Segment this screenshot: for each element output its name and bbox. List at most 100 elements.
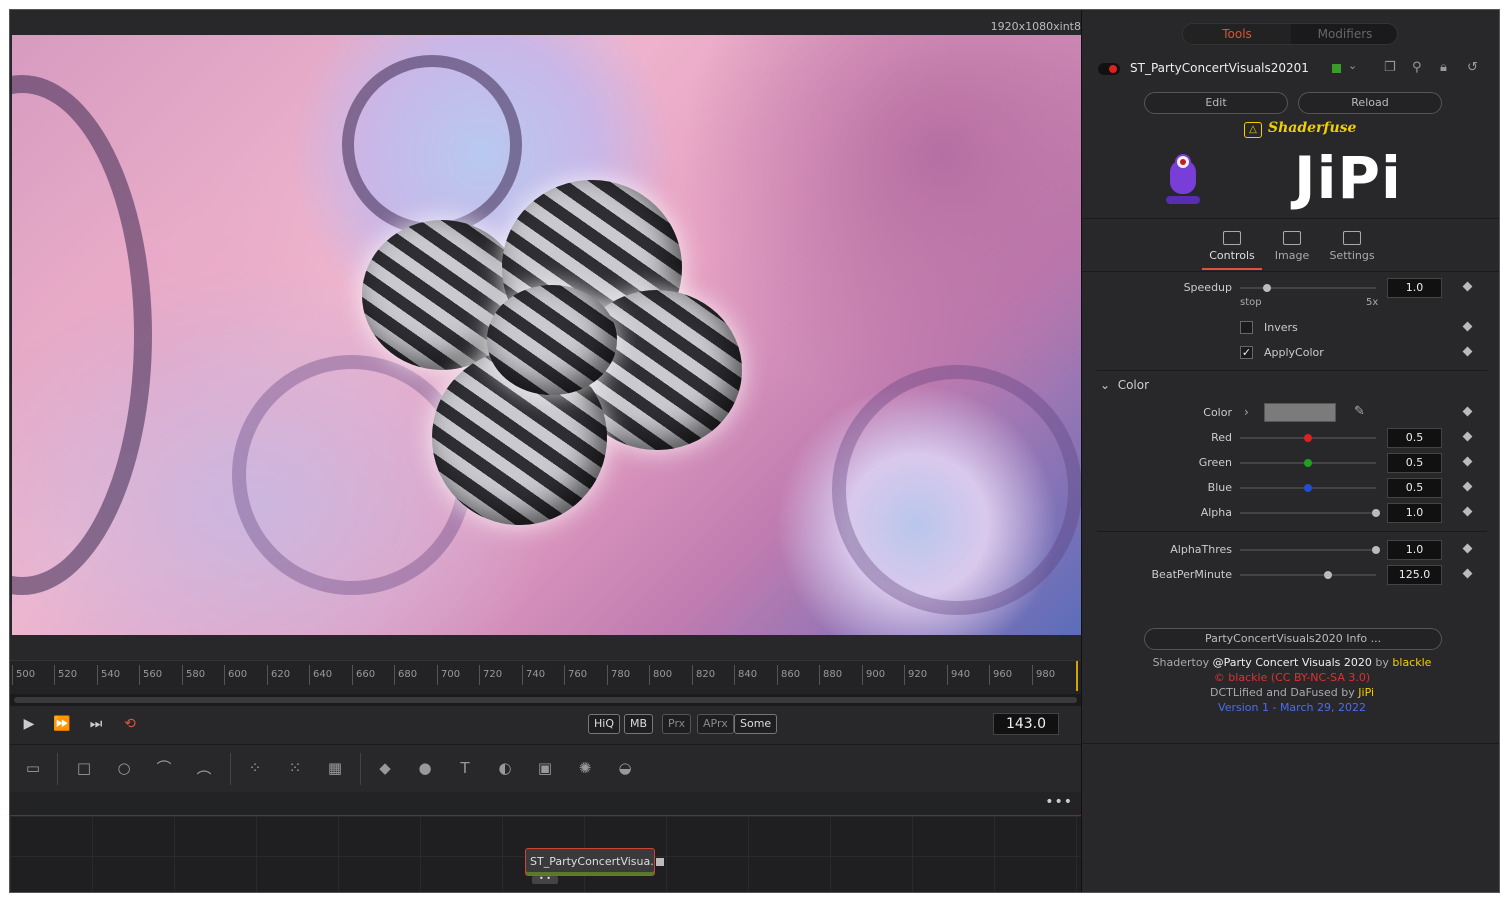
enable-dot-icon	[1109, 65, 1117, 73]
prx-button[interactable]: Prx	[662, 714, 692, 734]
renderer-3d-icon[interactable]: ◒	[613, 757, 637, 779]
particle-render-icon[interactable]: ⁙	[283, 757, 307, 779]
blue-row: Blue 0.5	[1082, 477, 1499, 499]
color-tag-icon[interactable]	[1332, 64, 1341, 73]
speedup-slider[interactable]	[1240, 284, 1376, 292]
fast-forward-icon[interactable]: ⏩	[51, 714, 73, 734]
hiq-button[interactable]: HiQ	[588, 714, 620, 734]
lock-icon[interactable]: 🔒︎	[1440, 60, 1447, 75]
chevron-down-icon[interactable]: ⌄	[1348, 59, 1357, 72]
particle-emitter-icon[interactable]: ⁘	[243, 757, 267, 779]
tick-label: 900	[862, 665, 885, 685]
keyframe-icon[interactable]	[1462, 431, 1473, 442]
particle-style-icon[interactable]: ▦	[323, 757, 347, 779]
credits-link[interactable]: @Party Concert Visuals 2020	[1213, 656, 1372, 669]
tab-image[interactable]: Image	[1262, 225, 1322, 262]
shader-node[interactable]: ST_PartyConcertVisua...	[525, 848, 655, 876]
aprx-button[interactable]: APrx	[697, 714, 734, 734]
applycolor-checkbox[interactable]: ✓	[1240, 346, 1253, 359]
camera-3d-icon[interactable]: ▣	[533, 757, 557, 779]
node-editor-header: •••	[10, 792, 1081, 816]
color-section-header[interactable]: ⌄ Color	[1100, 378, 1149, 392]
mb-button[interactable]: MB	[624, 714, 654, 734]
tool-name[interactable]: ST_PartyConcertVisuals20201	[1130, 61, 1309, 75]
invers-checkbox[interactable]	[1240, 321, 1253, 334]
keyframe-icon[interactable]	[1462, 506, 1473, 517]
pin-icon[interactable]: ⚲	[1412, 60, 1422, 75]
background-tool-icon[interactable]: ▭	[21, 757, 45, 779]
eyedropper-icon[interactable]: ✎	[1354, 404, 1365, 419]
enable-toggle[interactable]	[1098, 63, 1120, 75]
play-icon[interactable]: ▶	[18, 714, 40, 734]
slider-knob[interactable]	[1304, 484, 1312, 492]
tick-label: 520	[54, 665, 77, 685]
alphathres-value[interactable]: 1.0	[1387, 540, 1442, 560]
alpha-slider[interactable]	[1240, 509, 1380, 517]
light-3d-icon[interactable]: ✺	[573, 757, 597, 779]
slider-knob[interactable]	[1372, 509, 1380, 517]
tab-controls-label: Controls	[1209, 249, 1255, 262]
skip-end-icon[interactable]: ⏭	[85, 714, 107, 734]
reset-icon[interactable]: ↺	[1467, 60, 1478, 75]
edit-button[interactable]: Edit	[1144, 92, 1288, 114]
current-time-field[interactable]: 143.0	[993, 713, 1059, 735]
red-value[interactable]: 0.5	[1387, 428, 1442, 448]
tab-tools[interactable]: Tools	[1183, 24, 1291, 44]
keyframe-icon[interactable]	[1462, 281, 1473, 292]
bpm-value[interactable]: 125.0	[1387, 565, 1442, 585]
tab-settings[interactable]: Settings	[1322, 225, 1382, 262]
tab-modifiers[interactable]: Modifiers	[1291, 24, 1397, 44]
alphathres-slider[interactable]	[1240, 546, 1380, 554]
shape-3d-icon[interactable]: ●	[413, 757, 437, 779]
tick-label: 740	[522, 665, 545, 685]
author-link[interactable]: blackle	[1392, 656, 1431, 669]
bpm-slider[interactable]	[1240, 571, 1376, 579]
info-button[interactable]: PartyConcertVisuals2020 Info ...	[1144, 628, 1442, 650]
rectangle-mask-icon[interactable]: □	[72, 757, 96, 779]
tick-label: 820	[692, 665, 715, 685]
node-input-port[interactable]: • •	[532, 875, 558, 884]
red-slider[interactable]	[1240, 434, 1376, 442]
tick-label: 660	[352, 665, 375, 685]
text-3d-icon[interactable]: T	[453, 757, 477, 779]
loop-icon[interactable]: ⟲	[119, 714, 141, 734]
green-slider[interactable]	[1240, 459, 1376, 467]
alpha-value[interactable]: 1.0	[1387, 503, 1442, 523]
green-value[interactable]: 0.5	[1387, 453, 1442, 473]
keyframe-icon[interactable]	[1462, 406, 1473, 417]
keyframe-icon[interactable]	[1462, 456, 1473, 467]
keyframe-icon[interactable]	[1462, 543, 1473, 554]
node-output-port[interactable]	[656, 858, 664, 866]
jipi-link[interactable]: JiPi	[1358, 686, 1374, 699]
credits: Shadertoy @Party Concert Visuals 2020 by…	[1082, 655, 1499, 715]
ellipse-mask-icon[interactable]: ○	[112, 757, 136, 779]
keyframe-icon[interactable]	[1462, 568, 1473, 579]
more-icon[interactable]: •••	[1045, 794, 1073, 810]
playhead[interactable]	[1076, 661, 1078, 691]
timeline-ruler[interactable]: 500 520 540 560 580 600 620 640 660 680 …	[10, 660, 1081, 694]
timeline-scrollbar[interactable]	[14, 697, 1077, 703]
slider-knob[interactable]	[1304, 434, 1312, 442]
blue-value[interactable]: 0.5	[1387, 478, 1442, 498]
color-swatch[interactable]	[1264, 403, 1336, 422]
polygon-mask-icon[interactable]: ⌒	[152, 757, 176, 779]
reload-button[interactable]: Reload	[1298, 92, 1442, 114]
merge-3d-icon[interactable]: ◐	[493, 757, 517, 779]
slider-knob[interactable]	[1263, 284, 1272, 292]
viewer-image[interactable]	[12, 35, 1081, 635]
chevron-right-icon[interactable]: ›	[1244, 405, 1249, 419]
keyframe-icon[interactable]	[1462, 321, 1473, 332]
slider-knob[interactable]	[1372, 546, 1380, 554]
blue-slider[interactable]	[1240, 484, 1376, 492]
tab-controls[interactable]: Controls	[1202, 225, 1262, 270]
image-plane-3d-icon[interactable]: ◆	[373, 757, 397, 779]
node-editor[interactable]: ST_PartyConcertVisua... • •	[10, 816, 1081, 892]
versions-icon[interactable]: ❐	[1384, 60, 1396, 75]
bspline-mask-icon[interactable]: ︵	[192, 757, 216, 779]
speedup-value[interactable]: 1.0	[1387, 278, 1442, 298]
some-button[interactable]: Some	[734, 714, 778, 734]
keyframe-icon[interactable]	[1462, 346, 1473, 357]
slider-knob[interactable]	[1304, 459, 1312, 467]
slider-knob[interactable]	[1324, 571, 1333, 579]
keyframe-icon[interactable]	[1462, 481, 1473, 492]
